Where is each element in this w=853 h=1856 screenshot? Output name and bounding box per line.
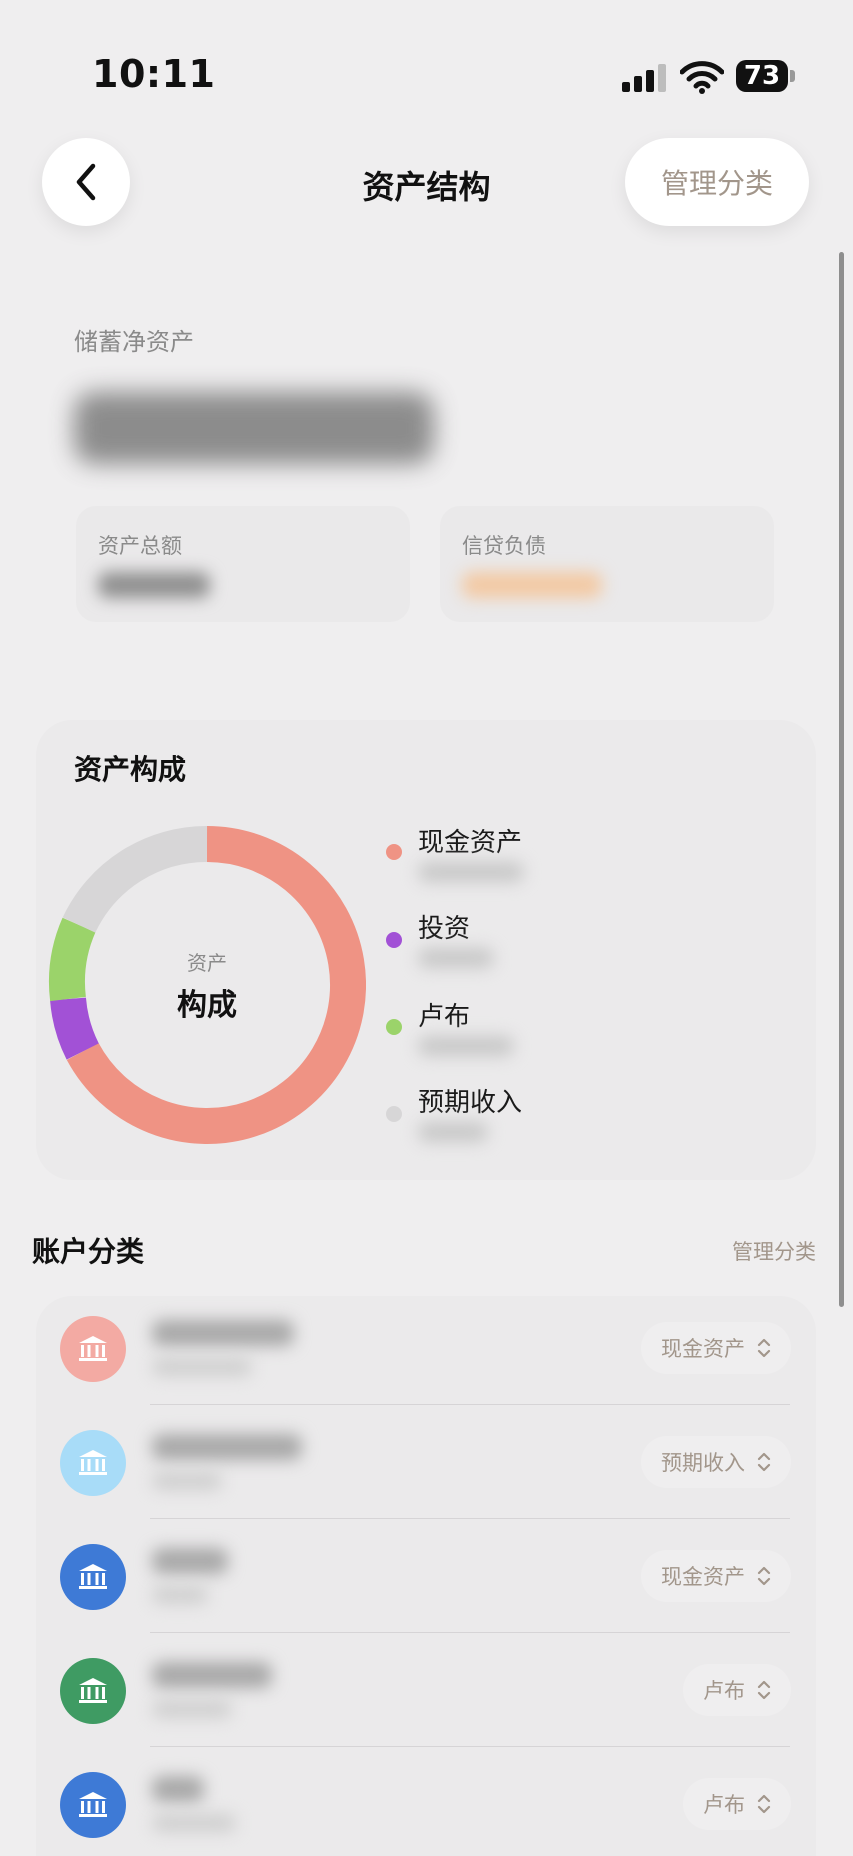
bank-icon xyxy=(60,1316,126,1382)
legend-cash-label: 现金资产 xyxy=(418,828,523,858)
row-divider xyxy=(150,1404,790,1405)
account-name-blurred xyxy=(152,1662,272,1688)
row-divider xyxy=(150,1746,790,1747)
category-selector-label: 现金资产 xyxy=(661,1565,745,1589)
wifi-icon xyxy=(680,61,724,94)
legend-ruble-label: 卢布 xyxy=(418,1002,471,1032)
account-categories-title: 账户分类 xyxy=(32,1235,145,1268)
bank-icon xyxy=(60,1772,126,1838)
total-assets-label: 资产总额 xyxy=(98,534,182,558)
account-name-blurred xyxy=(152,1320,294,1346)
donut-center-label: 资产 构成 xyxy=(48,826,366,1144)
bank-icon xyxy=(60,1544,126,1610)
battery-icon: 73 xyxy=(736,60,796,92)
account-balance-blurred xyxy=(152,1814,236,1832)
legend-dot xyxy=(386,932,402,948)
legend-expected-income-label: 预期收入 xyxy=(418,1088,523,1118)
total-assets-value-blurred xyxy=(98,572,210,598)
legend-cash-value-blurred xyxy=(418,862,524,882)
cellular-signal-icon xyxy=(622,64,668,92)
account-name-blurred xyxy=(152,1548,228,1574)
category-selector[interactable]: 卢布 xyxy=(683,1778,791,1830)
category-selector-label: 现金资产 xyxy=(661,1337,745,1361)
account-name-blurred xyxy=(152,1776,204,1802)
total-assets-card: 资产总额 xyxy=(76,506,410,622)
account-balance-blurred xyxy=(152,1472,222,1490)
bank-icon xyxy=(60,1658,126,1724)
row-divider xyxy=(150,1632,790,1633)
donut-center-small: 资产 xyxy=(187,950,227,975)
net-assets-value-blurred xyxy=(74,392,434,464)
account-balance-blurred xyxy=(152,1358,252,1376)
chevron-up-down-icon xyxy=(757,1452,771,1472)
credit-debt-value-blurred xyxy=(462,572,602,598)
category-selector[interactable]: 预期收入 xyxy=(641,1436,791,1488)
legend-ruble-value-blurred xyxy=(418,1036,514,1056)
chevron-up-down-icon xyxy=(757,1794,771,1814)
legend-dot xyxy=(386,1019,402,1035)
category-selector-label: 卢布 xyxy=(703,1679,745,1703)
category-selector-label: 预期收入 xyxy=(661,1451,745,1475)
chevron-up-down-icon xyxy=(757,1680,771,1700)
credit-debt-label: 信贷负债 xyxy=(462,534,546,558)
battery-level: 73 xyxy=(743,61,781,91)
legend-dot xyxy=(386,1106,402,1122)
scrollbar[interactable] xyxy=(839,252,844,1307)
legend-investment-value-blurred xyxy=(418,948,494,968)
chevron-up-down-icon xyxy=(757,1566,771,1586)
account-name-blurred xyxy=(152,1434,302,1460)
row-divider xyxy=(150,1518,790,1519)
category-selector[interactable]: 现金资产 xyxy=(641,1550,791,1602)
bank-icon xyxy=(60,1430,126,1496)
chevron-up-down-icon xyxy=(757,1338,771,1358)
credit-debt-card: 信贷负债 xyxy=(440,506,774,622)
legend-expected-income-value-blurred xyxy=(418,1122,488,1142)
account-balance-blurred xyxy=(152,1700,232,1718)
account-manage-categories-link[interactable]: 管理分类 xyxy=(700,1236,816,1266)
category-selector[interactable]: 卢布 xyxy=(683,1664,791,1716)
legend-dot xyxy=(386,844,402,860)
legend-investment-label: 投资 xyxy=(418,914,471,944)
net-assets-label: 储蓄净资产 xyxy=(74,328,194,356)
manage-categories-button[interactable]: 管理分类 xyxy=(625,138,809,226)
composition-title: 资产构成 xyxy=(74,753,187,786)
donut-center-big: 构成 xyxy=(177,987,237,1023)
account-balance-blurred xyxy=(152,1586,208,1604)
category-selector[interactable]: 现金资产 xyxy=(641,1322,791,1374)
category-selector-label: 卢布 xyxy=(703,1793,745,1817)
status-time: 10:11 xyxy=(92,52,216,96)
